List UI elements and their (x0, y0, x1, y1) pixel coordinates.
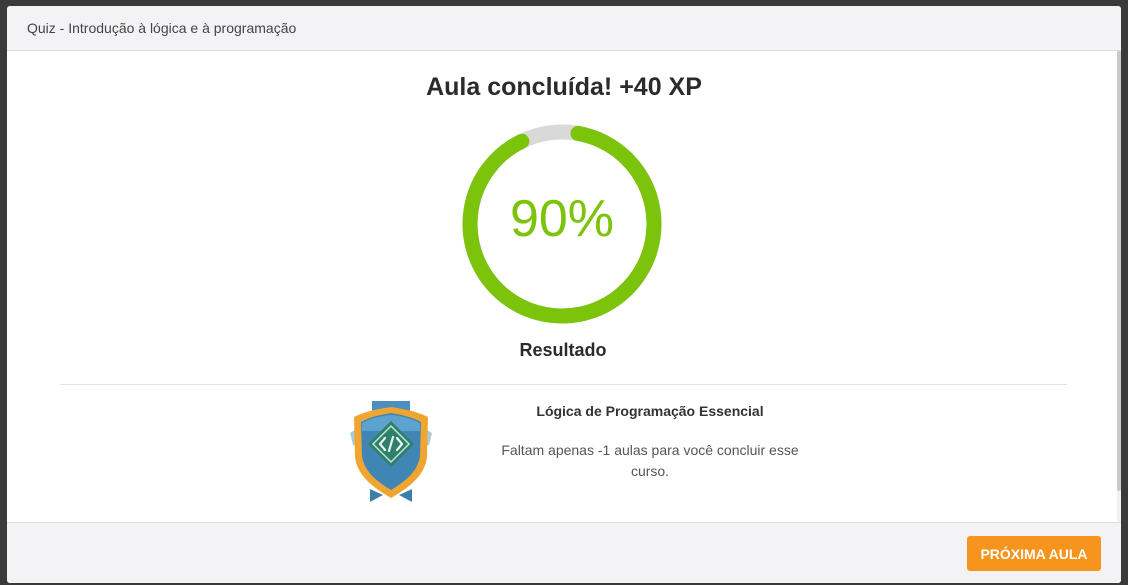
lesson-complete-modal: Quiz - Introdução à lógica e à programaç… (7, 6, 1121, 583)
completion-heading: Aula concluída! +40 XP (426, 73, 702, 101)
course-title: Lógica de Programação Essencial (536, 403, 764, 419)
result-label: Resultado (519, 340, 607, 360)
scrollbar[interactable] (1117, 51, 1121, 522)
course-remaining-message: Faltam apenas -1 aulas para você conclui… (501, 442, 799, 479)
score-percent: 90% (509, 190, 615, 248)
scrollbar-thumb[interactable] (1117, 51, 1121, 491)
modal-body: Aula concluída! +40 XP 90% Resultado Lóg… (7, 51, 1121, 522)
modal-header: Quiz - Introdução à lógica e à programaç… (7, 6, 1121, 51)
modal-title: Quiz - Introdução à lógica e à programaç… (27, 20, 297, 36)
modal-footer: PRÓXIMA AULA (7, 522, 1121, 583)
section-divider (60, 384, 1067, 385)
next-lesson-button[interactable]: PRÓXIMA AULA (967, 536, 1101, 571)
code-shield-badge-icon (350, 401, 432, 502)
